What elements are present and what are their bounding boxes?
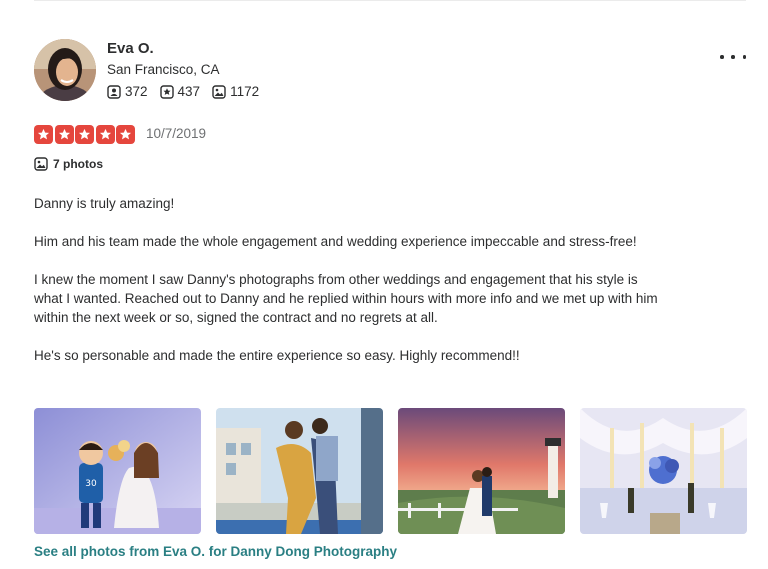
more-options-icon: [731, 55, 735, 59]
review-star-icon: [159, 84, 174, 99]
star-rating: [34, 125, 137, 144]
star-icon: [95, 125, 115, 144]
star-icon: [75, 125, 94, 144]
reviews-count: 437: [159, 84, 201, 99]
review-photo-strip: 30: [34, 408, 747, 534]
user-location: San Francisco, CA: [107, 62, 220, 77]
cake-topper-photo: 30: [34, 408, 201, 534]
friends-icon: [107, 84, 121, 99]
see-all-photos-link[interactable]: See all photos from Eva O. for Danny Don…: [34, 544, 397, 559]
top-divider: [34, 0, 746, 1]
more-options-icon: [742, 55, 746, 59]
reviews-count-value: 437: [177, 84, 201, 99]
avatar-image: [34, 39, 96, 101]
engagement-kiss-photo: [216, 408, 383, 534]
wedding-reception-photo: [580, 408, 747, 534]
star-icon: [116, 125, 135, 144]
user-name[interactable]: Eva O.: [107, 40, 154, 57]
review-text: Danny is truly amazing! Him and his team…: [34, 194, 664, 384]
friends-count-value: 372: [125, 84, 148, 99]
user-avatar[interactable]: [34, 39, 96, 101]
review-photo-thumbnail[interactable]: 30: [34, 408, 201, 534]
star-icon: [34, 125, 53, 144]
review-paragraph: He's so personable and made the entire e…: [34, 348, 520, 363]
review-photos-link[interactable]: 7 photos: [34, 157, 103, 171]
svg-text:30: 30: [85, 479, 97, 489]
lighthouse-sunset-photo: [398, 408, 565, 534]
review-photo-thumbnail[interactable]: [216, 408, 383, 534]
review-photo-thumbnail[interactable]: [580, 408, 747, 534]
photos-count: 1172: [212, 84, 259, 99]
friends-count: 372: [107, 84, 148, 99]
more-options-button[interactable]: [720, 48, 746, 66]
review-photos-label: 7 photos: [53, 157, 103, 171]
review-photo-thumbnail[interactable]: [398, 408, 565, 534]
review-paragraph: Him and his team made the whole engageme…: [34, 234, 637, 249]
photos-count-value: 1172: [230, 84, 260, 99]
star-icon: [54, 125, 74, 144]
more-options-icon: [720, 55, 724, 59]
review-paragraph: I knew the moment I saw Danny's photogra…: [34, 272, 658, 325]
review-date: 10/7/2019: [146, 126, 207, 141]
review-paragraph: Danny is truly amazing!: [34, 196, 175, 211]
user-stats: 372 437 1172: [107, 84, 271, 99]
photo-icon: [34, 157, 48, 171]
photo-icon: [212, 84, 226, 99]
